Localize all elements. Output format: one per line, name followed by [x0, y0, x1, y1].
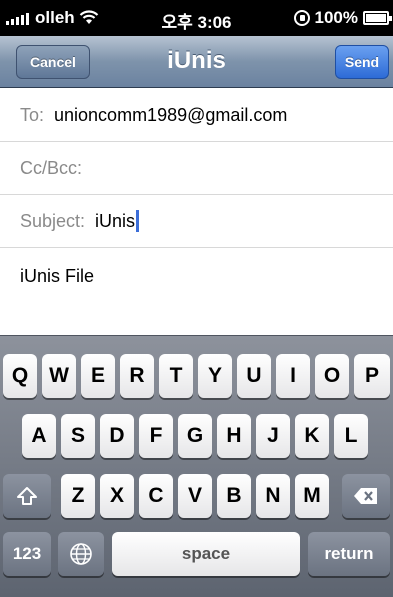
send-button[interactable]: Send — [335, 45, 389, 79]
key-s[interactable]: S — [61, 414, 95, 458]
backspace-key[interactable] — [342, 474, 390, 518]
status-bar: olleh 오후 3:06 100% — [0, 0, 393, 36]
keyboard: Q W E R T Y U I O P A S D F G H J K L Z … — [0, 335, 393, 597]
battery-fill — [366, 14, 386, 22]
cc-bcc-label: Cc/Bcc: — [20, 157, 83, 178]
key-r[interactable]: R — [120, 354, 154, 398]
key-x[interactable]: X — [100, 474, 134, 518]
key-v[interactable]: V — [178, 474, 212, 518]
to-field[interactable]: To: unioncomm1989@gmail.com — [0, 89, 393, 142]
key-g[interactable]: G — [178, 414, 212, 458]
key-l[interactable]: L — [334, 414, 368, 458]
subject-label: Subject: — [20, 210, 86, 231]
rotation-lock-icon — [293, 10, 310, 26]
globe-key[interactable] — [58, 532, 104, 576]
key-a[interactable]: A — [22, 414, 56, 458]
to-value[interactable]: unioncomm1989@gmail.com — [54, 105, 287, 126]
shift-key[interactable] — [3, 474, 51, 518]
battery-icon — [363, 11, 392, 25]
to-label: To: — [20, 104, 45, 125]
return-key[interactable]: return — [308, 532, 390, 576]
key-e[interactable]: E — [81, 354, 115, 398]
key-t[interactable]: T — [159, 354, 193, 398]
backspace-icon — [354, 488, 377, 504]
key-f[interactable]: F — [139, 414, 173, 458]
key-m[interactable]: M — [295, 474, 329, 518]
numbers-key[interactable]: 123 — [3, 532, 51, 576]
key-n[interactable]: N — [256, 474, 290, 518]
key-q[interactable]: Q — [3, 354, 37, 398]
key-p[interactable]: P — [354, 354, 390, 398]
key-h[interactable]: H — [217, 414, 251, 458]
subject-field[interactable]: Subject: iUnis — [0, 195, 393, 248]
shift-icon — [17, 487, 37, 505]
key-z[interactable]: Z — [61, 474, 95, 518]
space-key[interactable]: space — [112, 532, 300, 576]
key-k[interactable]: K — [295, 414, 329, 458]
nav-bar: Cancel iUnis Send — [0, 36, 393, 88]
subject-value[interactable]: iUnis — [95, 211, 135, 232]
key-o[interactable]: O — [315, 354, 349, 398]
key-b[interactable]: B — [217, 474, 251, 518]
status-right: 100% — [293, 8, 392, 28]
text-cursor — [136, 210, 140, 232]
key-i[interactable]: I — [276, 354, 310, 398]
key-w[interactable]: W — [42, 354, 76, 398]
message-body[interactable]: iUnis File — [20, 266, 94, 287]
globe-icon — [70, 543, 92, 565]
cc-bcc-field[interactable]: Cc/Bcc: — [0, 142, 393, 195]
key-u[interactable]: U — [237, 354, 271, 398]
key-c[interactable]: C — [139, 474, 173, 518]
key-y[interactable]: Y — [198, 354, 232, 398]
battery-percent: 100% — [314, 8, 358, 27]
key-j[interactable]: J — [256, 414, 290, 458]
key-d[interactable]: D — [100, 414, 134, 458]
